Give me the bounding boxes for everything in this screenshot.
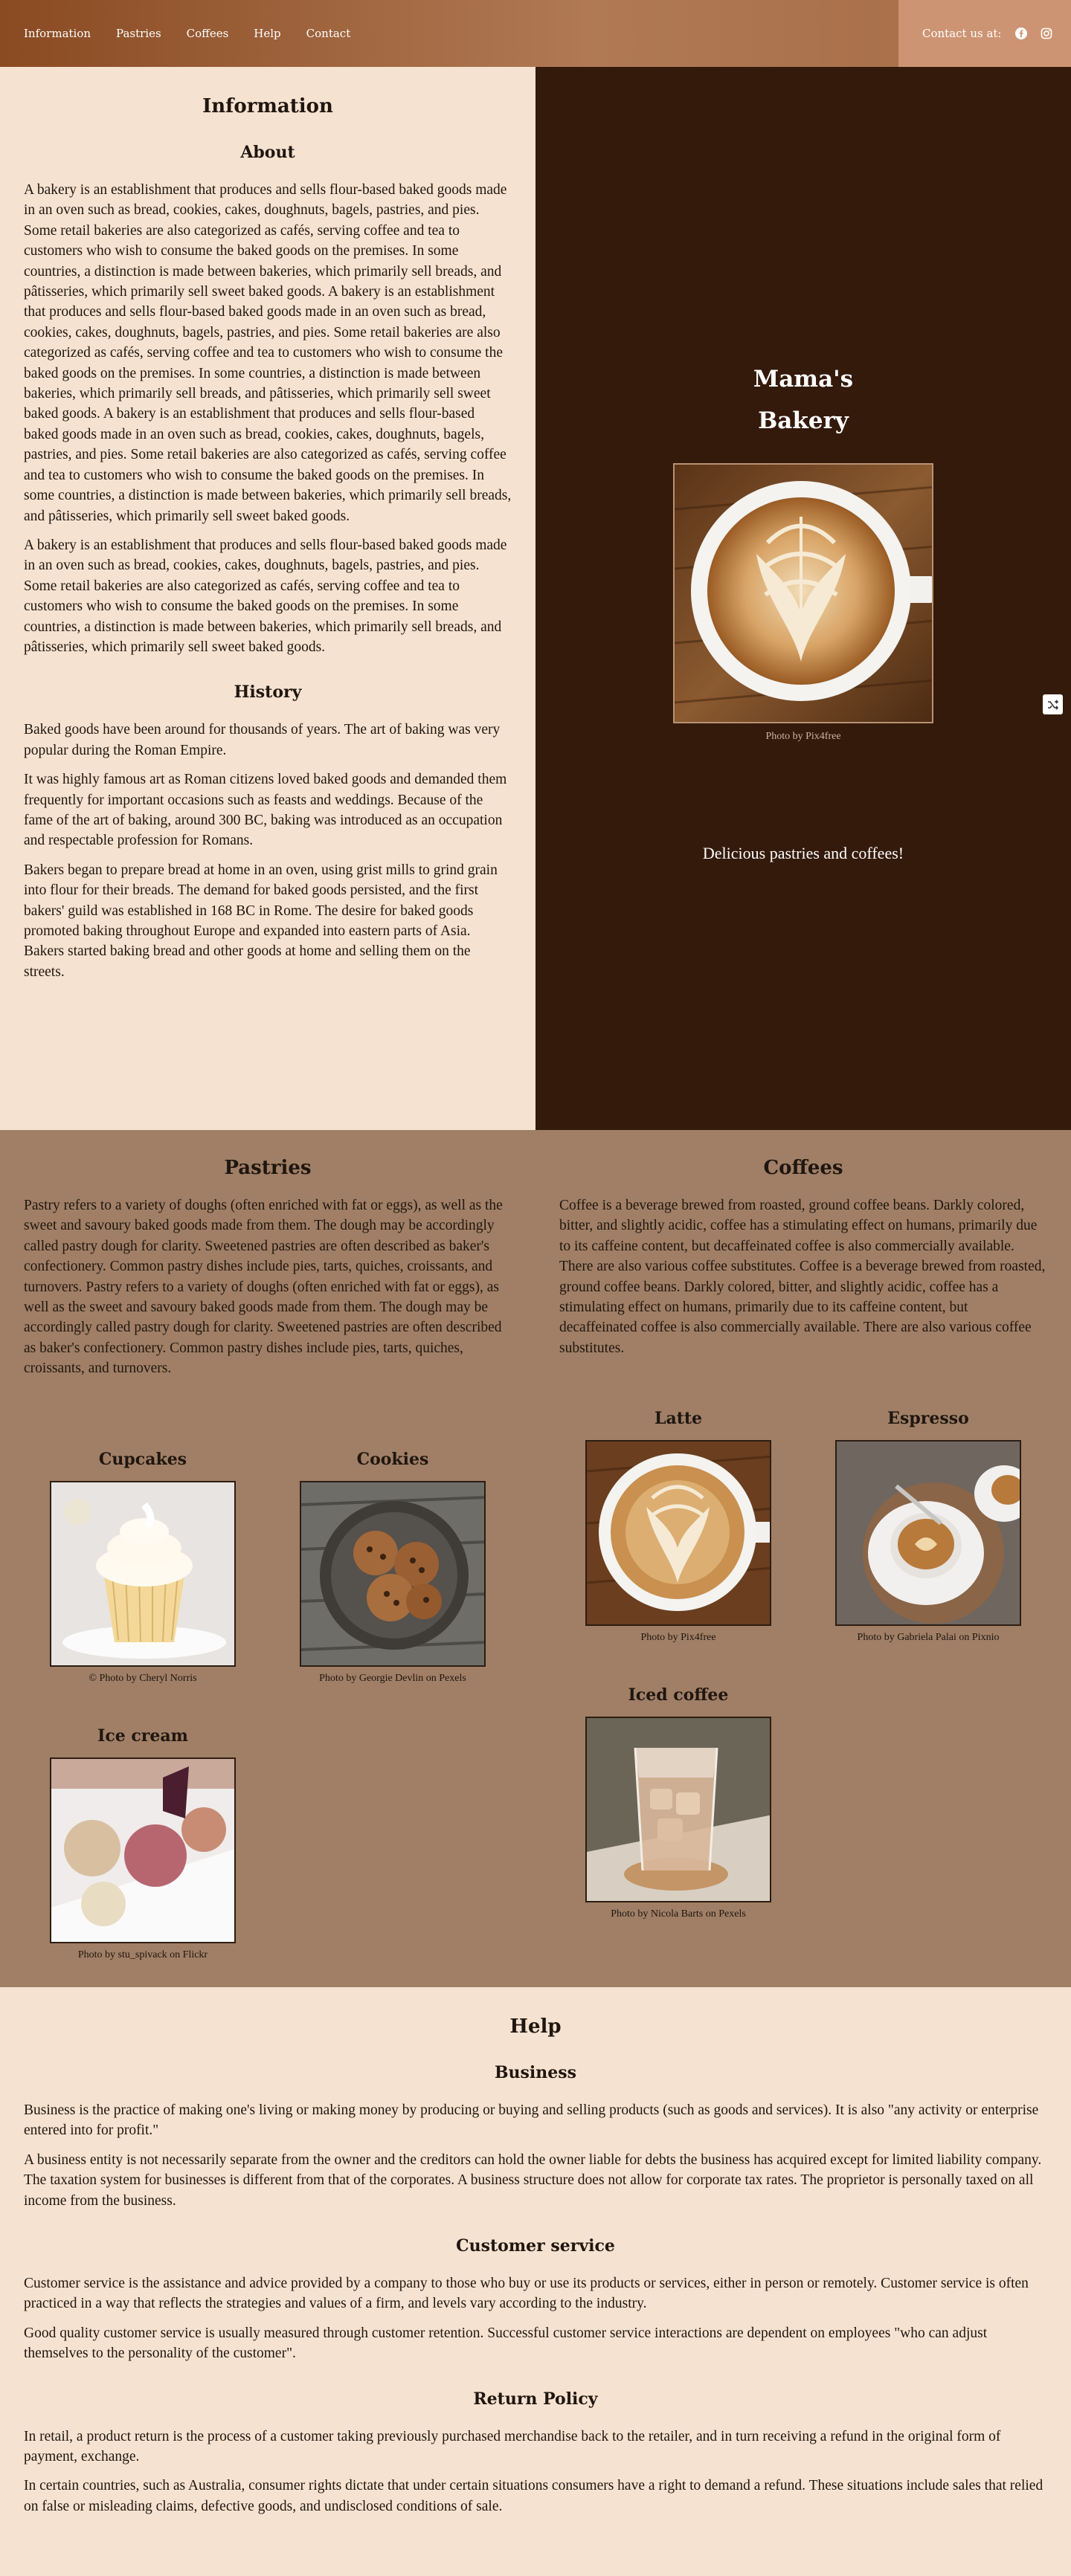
banner-latte-photo xyxy=(673,463,933,723)
latte-caption: Photo by Pix4free xyxy=(640,1632,716,1643)
espresso-title: Espresso xyxy=(887,1409,969,1428)
nav-link-coffees[interactable]: Coffees xyxy=(187,27,229,40)
help-section: Help Business Business is the practice o… xyxy=(0,1987,1071,2576)
cookies-title: Cookies xyxy=(356,1450,429,1469)
latte-title: Latte xyxy=(654,1409,703,1428)
ice-cream-caption: Photo by stu_spivack on Flickr xyxy=(77,1949,208,1960)
cupcakes-caption-text: Photo by Cheryl Norris xyxy=(99,1673,197,1684)
contact-label: Contact us at: xyxy=(922,27,1002,40)
copyright-icon: © xyxy=(89,1673,100,1684)
business-heading: Business xyxy=(494,2063,577,2082)
nav-link-pastries[interactable]: Pastries xyxy=(116,27,161,40)
history-paragraph-1: Baked goods have been around for thousan… xyxy=(24,722,501,758)
cupcakes-caption: © Photo by Cheryl Norris xyxy=(20,1673,266,1685)
nav-link-information[interactable]: Information xyxy=(24,27,91,40)
cupcakes-photo xyxy=(50,1481,236,1667)
nav-links: Information Pastries Coffees Help Contac… xyxy=(0,27,350,40)
facebook-icon[interactable] xyxy=(1014,28,1027,39)
top-navbar: Information Pastries Coffees Help Contac… xyxy=(0,0,1071,67)
pastries-paragraph: Pastry refers to a variety of doughs (of… xyxy=(24,1198,503,1377)
customer-service-heading: Customer service xyxy=(456,2236,615,2256)
bakery-name-line-1: Mama's xyxy=(753,366,854,393)
history-paragraph-3: Bakers began to prepare bread at home in… xyxy=(24,862,498,980)
iced-coffee-caption: Photo by Nicola Barts on Pexels xyxy=(611,1908,746,1920)
iced-coffee-title: Iced coffee xyxy=(628,1685,729,1705)
business-paragraph-1: Business is the practice of making one's… xyxy=(24,2102,1039,2139)
bakery-name-line-2: Bakery xyxy=(758,407,849,434)
banner-tagline: Delicious pastries and coffees! xyxy=(702,844,904,862)
return-policy-paragraph-1: In retail, a product return is the proce… xyxy=(24,2428,1001,2465)
about-paragraph-2: A bakery is an establishment that produc… xyxy=(24,537,507,655)
customer-service-paragraph-1: Customer service is the assistance and a… xyxy=(24,2276,1029,2312)
help-title: Help xyxy=(509,2015,562,2038)
ice-cream-title: Ice cream xyxy=(97,1726,188,1746)
about-paragraph-1: A bakery is an establishment that produc… xyxy=(24,182,512,524)
bakery-banner: Mama's Bakery Photo by Pix4free Deliciou… xyxy=(536,67,1071,1130)
banner-photo-caption: Photo by Pix4free xyxy=(765,731,841,742)
about-heading: About xyxy=(240,143,295,162)
coffees-heading: Coffees xyxy=(763,1157,843,1179)
cookies-caption: Photo by Georgie Devlin on Pexels xyxy=(319,1673,466,1684)
cupcakes-title: Cupcakes xyxy=(98,1450,187,1469)
cookies-photo xyxy=(300,1481,486,1667)
instagram-icon[interactable] xyxy=(1041,28,1052,39)
pastries-heading: Pastries xyxy=(224,1157,312,1179)
espresso-caption: Photo by Gabriela Palai on Pixnio xyxy=(857,1632,1000,1643)
information-section: Information About A bakery is an establi… xyxy=(0,67,536,1130)
coffees-paragraph: Coffee is a beverage brewed from roasted… xyxy=(559,1198,1046,1356)
bakery-name: Mama's Bakery xyxy=(536,358,1071,442)
contact-box: Contact us at: xyxy=(898,0,1071,67)
shuffle-icon[interactable] xyxy=(1043,694,1063,714)
return-policy-heading: Return Policy xyxy=(473,2389,598,2409)
nav-link-help[interactable]: Help xyxy=(254,27,280,40)
ice-cream-photo xyxy=(50,1757,236,1943)
history-paragraph-2: It was highly famous art as Roman citize… xyxy=(24,772,507,849)
nav-link-contact[interactable]: Contact xyxy=(306,27,351,40)
latte-photo xyxy=(585,1440,771,1626)
history-heading: History xyxy=(234,682,302,703)
menu-section: Pastries Pastry refers to a variety of d… xyxy=(0,1130,1071,1987)
return-policy-paragraph-2: In certain countries, such as Australia,… xyxy=(24,2478,1043,2514)
business-paragraph-2: A business entity is not necessarily sep… xyxy=(24,2151,1042,2209)
iced-coffee-photo xyxy=(585,1717,771,1902)
customer-service-paragraph-2: Good quality customer service is usually… xyxy=(24,2325,988,2362)
espresso-photo xyxy=(835,1440,1021,1626)
information-title: Information xyxy=(202,95,333,117)
